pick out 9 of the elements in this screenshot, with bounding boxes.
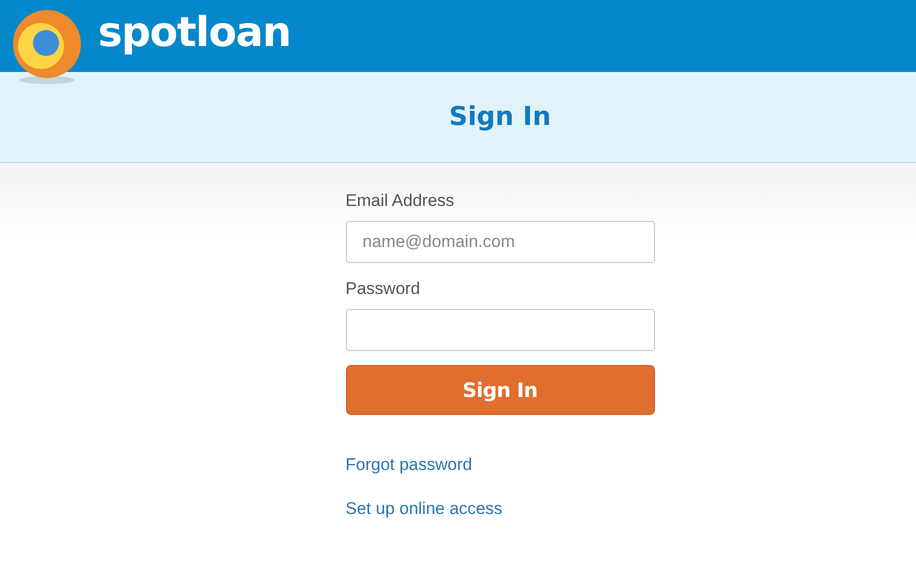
field-label: Password: [346, 279, 422, 299]
input-field[interactable]: [346, 309, 654, 351]
page-title: Sign In: [449, 102, 551, 132]
sign-in-button[interactable]: Sign In: [346, 365, 654, 415]
field-label: Email Address: [346, 191, 456, 211]
link[interactable]: Set up online access: [346, 499, 502, 519]
input-field[interactable]: name@domain.com: [346, 221, 654, 263]
brand-name: spotloan: [98, 12, 291, 52]
link[interactable]: Forgot password: [346, 455, 472, 475]
